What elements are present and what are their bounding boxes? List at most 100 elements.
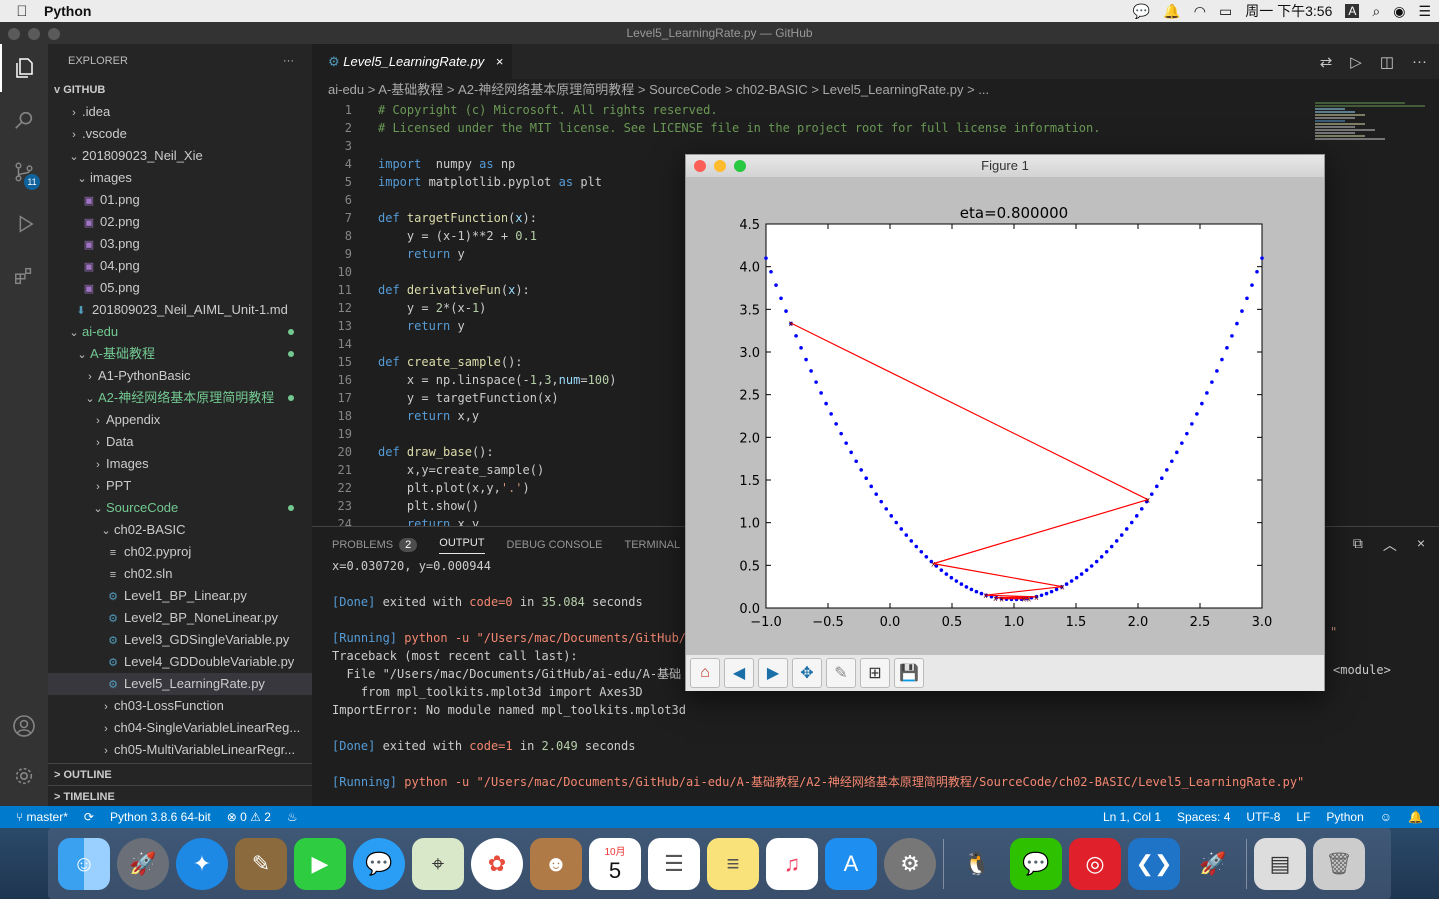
indentation[interactable]: Spaces: 4 — [1177, 806, 1230, 828]
search-icon[interactable] — [0, 96, 48, 144]
plot-canvas[interactable]: eta=0.800000 −1.0 −0.5 0.0 0.5 1.0 1.5 2.0 2.5 3.… — [686, 177, 1324, 655]
downloads-stack-icon[interactable]: ▤ — [1254, 837, 1306, 890]
tree-item[interactable]: › ch05-MultiVariableLinearRegr... — [48, 739, 312, 761]
app-store-icon[interactable]: A — [825, 837, 877, 890]
spotlight-icon[interactable]: ⌕ — [1372, 3, 1380, 20]
figure-minimize-button[interactable] — [714, 160, 726, 172]
input-source[interactable]: A — [1345, 4, 1360, 18]
contacts-icon[interactable]: ☻ — [530, 837, 582, 890]
accounts-icon[interactable] — [0, 702, 48, 750]
tree-item[interactable]: ▣ 03.png — [48, 233, 312, 255]
tree-item[interactable]: › .idea — [48, 101, 312, 123]
tree-item[interactable]: ▣ 01.png — [48, 189, 312, 211]
tree-item[interactable]: ⌄ ai-edu — [48, 321, 312, 343]
tree-item[interactable]: ▣ 02.png — [48, 211, 312, 233]
close-panel-icon[interactable]: × — [1417, 535, 1425, 555]
tab-debug-console[interactable]: DEBUG CONSOLE — [507, 539, 603, 551]
save-figure-icon[interactable]: 💾 — [894, 658, 924, 688]
tab-level5-learningrate[interactable]: ⚙ Level5_LearningRate.py × — [312, 44, 512, 79]
tree-item[interactable]: › Images — [48, 453, 312, 475]
encoding[interactable]: UTF-8 — [1246, 806, 1280, 828]
minimap[interactable] — [1315, 101, 1425, 201]
tree-item[interactable]: ▣ 05.png — [48, 277, 312, 299]
vscode-icon[interactable]: ❮❯ — [1128, 837, 1180, 890]
rocket-app-icon[interactable]: 🚀 — [1187, 838, 1239, 890]
maximize-panel-icon[interactable]: ︿ — [1383, 535, 1397, 555]
tree-item[interactable]: ≡ ch02.pyproj — [48, 541, 312, 563]
facetime-icon[interactable]: ▶ — [294, 837, 346, 890]
tree-item[interactable]: ⌄ SourceCode — [48, 497, 312, 519]
preview-icon[interactable]: ✎ — [235, 837, 287, 890]
system-preferences-icon[interactable]: ⚙ — [884, 837, 936, 890]
eol[interactable]: LF — [1296, 806, 1310, 828]
tree-item[interactable]: › .vscode — [48, 123, 312, 145]
minimize-window-button[interactable] — [28, 28, 40, 40]
tree-item[interactable]: ⚙ Level3_GDSingleVariable.py — [48, 629, 312, 651]
cursor-position[interactable]: Ln 1, Col 1 — [1103, 806, 1161, 828]
run-debug-icon[interactable] — [0, 200, 48, 248]
pan-icon[interactable]: ✥ — [792, 658, 822, 688]
tab-problems[interactable]: PROBLEMS 2 — [332, 538, 418, 552]
tree-item[interactable]: ⚙ Level4_GDDoubleVariable.py — [48, 651, 312, 673]
section-timeline[interactable]: > TIMELINE — [48, 785, 312, 806]
control-center-icon[interactable]: ☰ — [1418, 3, 1431, 20]
music-icon[interactable]: ♫ — [766, 837, 818, 890]
tree-item[interactable]: › ch03-LossFunction — [48, 695, 312, 717]
zoom-rect-icon[interactable]: ✎ — [826, 658, 856, 688]
tree-item[interactable]: › A1-PythonBasic — [48, 365, 312, 387]
split-editor-icon[interactable]: ◫ — [1380, 53, 1394, 71]
tab-terminal[interactable]: TERMINAL — [624, 539, 680, 551]
tree-item[interactable]: ⌄ A2-神经网络基本原理简明教程 — [48, 387, 312, 409]
wechat-icon[interactable]: 💬 — [1133, 3, 1150, 20]
messages-icon[interactable]: 💬 — [353, 837, 405, 890]
open-in-editor-icon[interactable]: ⧉ — [1353, 535, 1363, 555]
run-file-icon[interactable]: ▷ — [1350, 53, 1362, 71]
forward-icon[interactable]: ▶ — [758, 658, 788, 688]
qq-icon[interactable]: 🔔 — [1163, 3, 1180, 20]
flame-icon[interactable]: ♨ — [287, 806, 298, 828]
breadcrumb[interactable]: ai-edu > A-基础教程 > A2-神经网络基本原理简明教程 > Sour… — [312, 79, 1439, 101]
app-menu-name[interactable]: Python — [44, 3, 91, 19]
tree-item[interactable]: ⌄ 201809023_Neil_Xie — [48, 145, 312, 167]
git-branch-item[interactable]: ⑂ master* — [16, 806, 68, 828]
source-control-icon[interactable]: 11 — [0, 148, 48, 196]
home-icon[interactable]: ⌂ — [690, 658, 720, 688]
tree-item[interactable]: ⌄ ch02-BASIC — [48, 519, 312, 541]
language-mode[interactable]: Python — [1326, 806, 1363, 828]
problems-status[interactable]: ⊗ 0 ⚠ 2 — [227, 806, 271, 828]
siri-icon[interactable]: ◉ — [1393, 3, 1405, 20]
wechat-app-icon[interactable]: 💬 — [1010, 837, 1062, 890]
tree-item[interactable]: ⬇ 201809023_Neil_AIML_Unit-1.md — [48, 299, 312, 321]
settings-gear-icon[interactable] — [0, 752, 48, 800]
section-github[interactable]: v GITHUB — [48, 79, 312, 101]
open-changes-icon[interactable]: ⇄ — [1320, 53, 1333, 71]
tree-item[interactable]: › Appendix — [48, 409, 312, 431]
feedback-icon[interactable]: ☺ — [1380, 806, 1392, 828]
extensions-icon[interactable] — [0, 252, 48, 300]
tree-item[interactable]: ⚙ Level5_LearningRate.py — [48, 673, 312, 695]
more-actions-icon[interactable]: ··· — [283, 44, 294, 79]
tab-output[interactable]: OUTPUT — [439, 537, 485, 554]
zoom-window-button[interactable] — [48, 28, 60, 40]
wifi-icon[interactable]: ◠ — [1194, 3, 1206, 20]
tree-item[interactable]: ⚙ Level2_BP_NoneLinear.py — [48, 607, 312, 629]
tree-item[interactable]: › PPT — [48, 475, 312, 497]
safari-icon[interactable]: ✦ — [176, 837, 228, 890]
notes-icon[interactable]: ≡ — [707, 837, 759, 890]
launchpad-icon[interactable]: 🚀 — [117, 837, 169, 890]
notifications-icon[interactable]: 🔔 — [1408, 806, 1423, 828]
sync-icon[interactable]: ⟳ — [84, 806, 94, 828]
calendar-icon[interactable]: 10月 5 — [589, 837, 641, 890]
back-icon[interactable]: ◀ — [724, 658, 754, 688]
subplots-config-icon[interactable]: ⊞ — [860, 658, 890, 688]
python-interpreter[interactable]: Python 3.8.6 64-bit — [110, 806, 211, 828]
finder-icon[interactable]: ☺ — [58, 837, 110, 890]
photos-icon[interactable]: ✿ — [471, 837, 523, 890]
maps-icon[interactable]: ⌖ — [412, 837, 464, 890]
more-editor-actions-icon[interactable]: ··· — [1412, 53, 1427, 70]
tree-item[interactable]: ≡ ch02.sln — [48, 563, 312, 585]
netease-music-icon[interactable]: ◎ — [1069, 837, 1121, 890]
battery-icon[interactable]: ▭ — [1219, 3, 1232, 20]
tree-item[interactable]: ⌄ A-基础教程 — [48, 343, 312, 365]
tree-item[interactable]: › Data — [48, 431, 312, 453]
